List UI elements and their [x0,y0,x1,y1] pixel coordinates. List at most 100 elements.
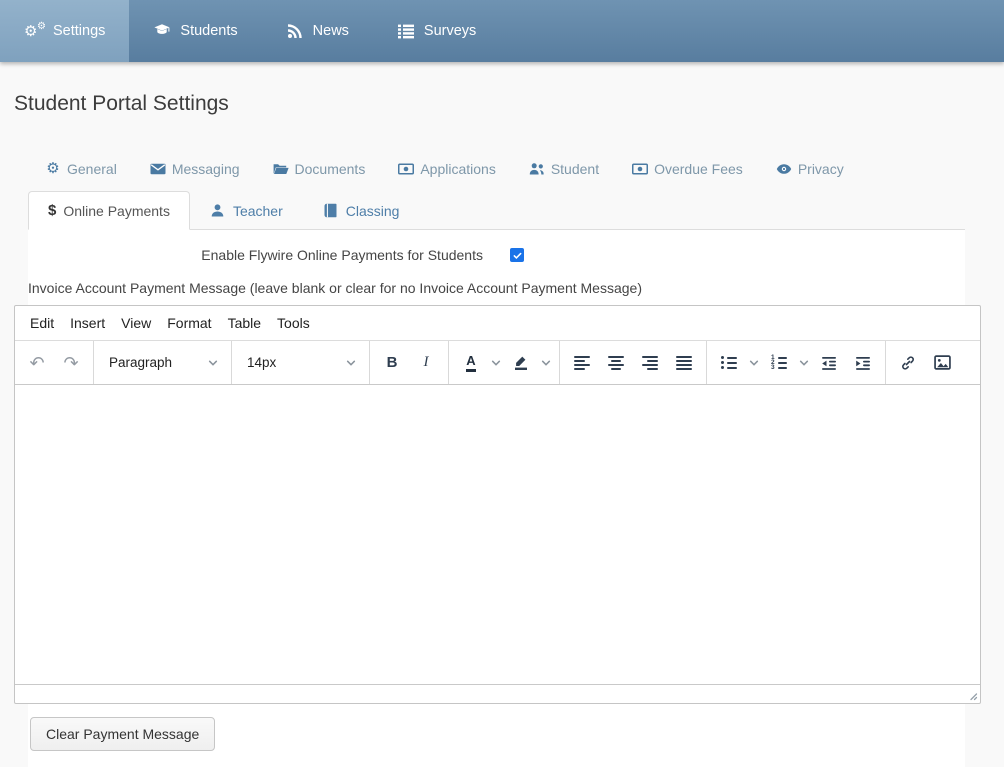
resize-handle[interactable] [965,688,979,702]
nav-item-news[interactable]: News [262,0,373,62]
tab-teacher[interactable]: Teacher [190,191,303,230]
tab-overdue-fees[interactable]: Overdue Fees [632,161,743,177]
tab-privacy[interactable]: Privacy [776,161,844,177]
forecolor-menu-button[interactable] [488,346,504,380]
align-center-button[interactable] [599,346,633,380]
top-navbar: ⚙ ⚙ Settings Students News Surveys [0,0,1004,62]
backcolor-menu-button[interactable] [538,346,554,380]
italic-icon: I [424,354,429,371]
tab-general[interactable]: ⚙ General [45,161,117,177]
online-payments-panel: Enable Flywire Online Payments for Stude… [28,230,965,767]
payment-message-editor: Edit Insert View Format Table Tools ↶ ↷ … [14,305,981,704]
menu-insert[interactable]: Insert [62,310,113,336]
tab-label: Teacher [233,203,283,219]
tab-label: Student [551,161,599,177]
numbered-list-icon: 1 2 3 [771,356,787,369]
clear-payment-message-button[interactable]: Clear Payment Message [30,717,215,751]
invoice-message-label: Invoice Account Payment Message (leave b… [28,280,965,296]
indent-icon [855,355,871,371]
italic-button[interactable]: I [409,346,443,380]
align-justify-button[interactable] [667,346,701,380]
menu-format[interactable]: Format [159,310,219,336]
image-icon [934,354,951,371]
menu-edit[interactable]: Edit [22,310,62,336]
page-title: Student Portal Settings [14,92,1004,116]
chevron-down-icon [749,358,759,368]
numbered-list-menu-button[interactable] [796,346,812,380]
text-style-group: B I [370,341,449,384]
forecolor-icon: A [466,354,475,372]
tab-label: Overdue Fees [654,161,743,177]
undo-button[interactable]: ↶ [20,346,54,380]
paragraph-select-value: Paragraph [109,355,172,370]
enable-flywire-checkbox[interactable] [510,248,524,262]
enable-flywire-row: Enable Flywire Online Payments for Stude… [28,230,965,263]
tab-label: Applications [420,161,496,177]
tab-documents[interactable]: Documents [273,161,366,177]
align-right-button[interactable] [633,346,667,380]
nav-item-label: Surveys [424,23,476,39]
tab-applications[interactable]: Applications [398,161,496,177]
outdent-button[interactable] [812,346,846,380]
resize-grip-icon [966,689,978,701]
align-justify-icon [676,356,692,370]
tab-label: Online Payments [63,203,170,219]
tab-label: Documents [295,161,366,177]
bullet-list-button[interactable] [712,346,746,380]
fontsize-select-value: 14px [247,355,276,370]
nav-item-students[interactable]: Students [129,0,261,62]
align-left-button[interactable] [565,346,599,380]
tab-online-payments[interactable]: $ Online Payments [28,191,190,230]
tab-label: General [67,161,117,177]
envelope-icon [150,161,166,177]
menu-view[interactable]: View [113,310,159,336]
menu-table[interactable]: Table [220,310,269,336]
bold-button[interactable]: B [375,346,409,380]
money-bill-icon [398,161,414,177]
numbered-list-button[interactable]: 1 2 3 [762,346,796,380]
fontsize-select[interactable]: 14px [237,346,364,380]
chevron-down-icon [491,358,501,368]
editor-content-area[interactable] [15,385,980,684]
folder-open-icon [273,161,289,177]
tab-label: Messaging [172,161,240,177]
editor-menubar: Edit Insert View Format Table Tools [15,306,980,340]
chevron-down-icon [346,358,356,368]
forecolor-button[interactable]: A [454,346,488,380]
user-icon [210,203,226,219]
graduation-cap-icon [153,23,171,39]
chevron-down-icon [541,358,551,368]
tab-classing[interactable]: Classing [303,191,420,230]
editor-toolbar: ↶ ↷ Paragraph 14px B I A [15,340,980,385]
align-center-icon [608,356,624,370]
enable-flywire-label: Enable Flywire Online Payments for Stude… [28,247,483,263]
backcolor-button[interactable] [504,346,538,380]
insert-group [886,341,964,384]
redo-button[interactable]: ↷ [54,346,88,380]
payment-sub-tabs: $ Online Payments Teacher Classing [28,191,965,230]
nav-item-label: Settings [53,23,105,39]
money-bill-icon [632,161,648,177]
nav-item-label: News [313,23,349,39]
link-button[interactable] [891,346,925,380]
tab-student[interactable]: Student [529,161,599,177]
color-group: A [449,341,560,384]
check-icon [512,250,523,261]
paragraph-select[interactable]: Paragraph [99,346,226,380]
indent-button[interactable] [846,346,880,380]
tab-label: Privacy [798,161,844,177]
dollar-icon: $ [48,202,56,219]
menu-tools[interactable]: Tools [269,310,318,336]
gear-icon: ⚙ [45,161,61,177]
users-icon [529,161,545,177]
chevron-down-icon [799,358,809,368]
book-icon [323,203,339,219]
font-size-group: 14px [232,341,370,384]
undo-icon: ↶ [29,354,44,372]
bullet-list-menu-button[interactable] [746,346,762,380]
nav-item-surveys[interactable]: Surveys [373,0,500,62]
image-button[interactable] [925,346,959,380]
nav-item-settings[interactable]: ⚙ ⚙ Settings [0,0,129,62]
list-indent-group: 1 2 3 [707,341,886,384]
tab-messaging[interactable]: Messaging [150,161,240,177]
